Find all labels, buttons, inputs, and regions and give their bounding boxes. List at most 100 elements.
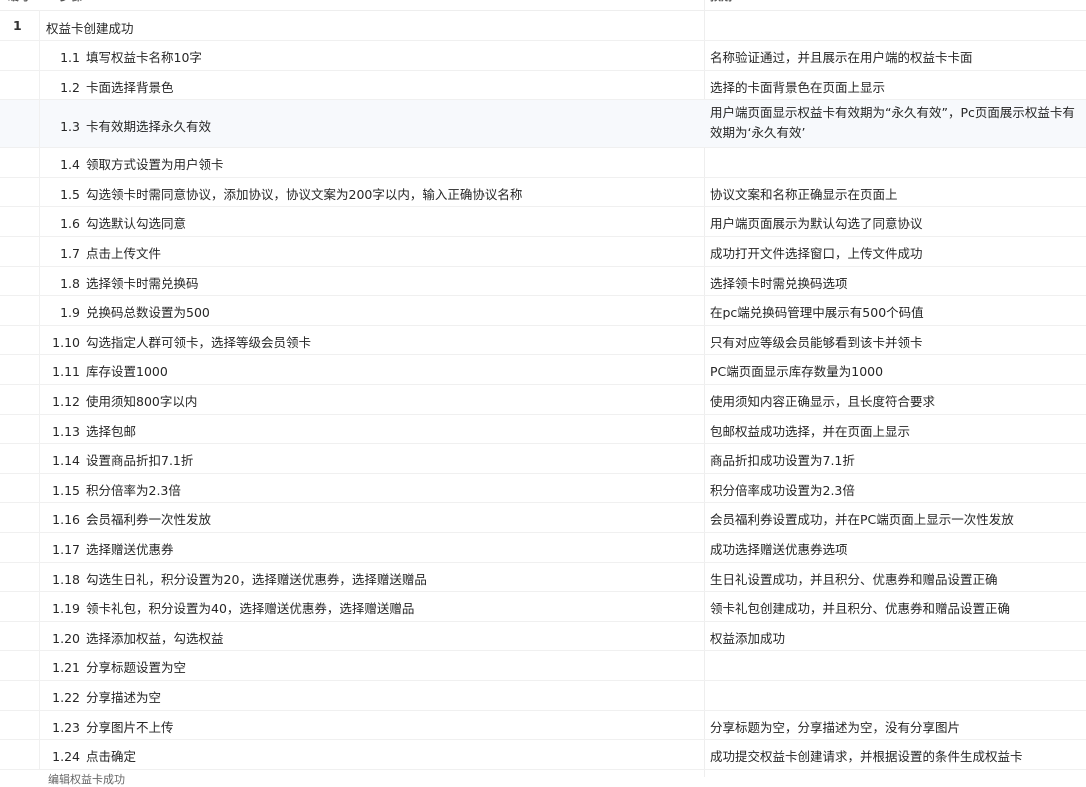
- table-row[interactable]: 1.8 选择领卡时需兑换码 选择领卡时需兑换码选项: [0, 266, 1086, 297]
- table-row[interactable]: 1.20 选择添加权益，勾选权益 权益添加成功: [0, 621, 1086, 652]
- step-cell: 1.21 分享标题设置为空: [46, 657, 186, 676]
- row-no-cell: [0, 444, 40, 473]
- step-text: 勾选指定人群可领卡，选择等级会员领卡: [86, 334, 312, 350]
- expected-result-cell: 会员福利券设置成功，并在PC端页面上显示一次性发放: [710, 512, 1014, 528]
- expected-result-cell: 在pc端兑换码管理中展示有500个码值: [710, 305, 924, 321]
- row-no-cell: [0, 207, 40, 236]
- step-text: 选择添加权益，勾选权益: [86, 630, 224, 646]
- table-row[interactable]: 1.6 勾选默认勾选同意 用户端页面展示为默认勾选了同意协议: [0, 207, 1086, 237]
- group-row[interactable]: 1 权益卡创建成功: [0, 10, 1086, 41]
- step-number: 1.9: [60, 305, 80, 321]
- row-no-cell: [0, 533, 40, 562]
- step-number: 1.22: [52, 690, 80, 705]
- step-cell: 1.4 领取方式设置为用户领卡: [46, 154, 223, 173]
- step-text: 兑换码总数设置为500: [86, 305, 210, 321]
- step-number: 1.5: [60, 186, 80, 202]
- row-no-cell: [0, 100, 40, 148]
- step-cell: 1.19 领卡礼包，积分设置为40，选择赠送优惠券，选择赠送赠品: [46, 598, 414, 617]
- step-text: 分享图片不上传: [86, 719, 174, 735]
- expected-result-cell: 积分倍率成功设置为2.3倍: [710, 482, 855, 498]
- step-text: 填写权益卡名称10字: [86, 50, 202, 65]
- next-group-title-partial: 编辑权益卡成功: [48, 773, 125, 786]
- group-no-cell: 1: [0, 10, 40, 40]
- header-step: 步骤: [60, 0, 82, 2]
- row-no-cell: [0, 148, 40, 177]
- table-row[interactable]: 1.15 积分倍率为2.3倍 积分倍率成功设置为2.3倍: [0, 473, 1086, 504]
- table-row[interactable]: 1.24 点击确定 成功提交权益卡创建请求，并根据设置的条件生成权益卡: [0, 740, 1086, 770]
- row-no-cell: [0, 70, 40, 100]
- table-row[interactable]: 1.9 兑换码总数设置为500 在pc端兑换码管理中展示有500个码值: [0, 296, 1086, 326]
- table-row[interactable]: 1.1 填写权益卡名称10字 名称验证通过，并且展示在用户端的权益卡卡面: [0, 41, 1086, 71]
- table-row[interactable]: 1.21 分享标题设置为空: [0, 651, 1086, 681]
- row-no-cell: [0, 503, 40, 532]
- step-cell: 1.12 使用须知800字以内: [46, 391, 197, 410]
- table-row[interactable]: 1.11 库存设置1000 PC端页面显示库存数量为1000: [0, 355, 1086, 385]
- table-row[interactable]: 1.12 使用须知800字以内 使用须知内容正确显示，且长度符合要求: [0, 385, 1086, 415]
- row-no-cell: [0, 681, 40, 710]
- table-row[interactable]: 1.18 勾选生日礼，积分设置为20，选择赠送优惠券，选择赠送赠品 生日礼设置成功，…: [0, 562, 1086, 593]
- step-number: 1.15: [52, 482, 80, 498]
- row-no-cell: [0, 385, 40, 414]
- step-text: 勾选领卡时需同意协议，添加协议，协议文案为200字以内，输入正确协议名称: [86, 186, 523, 202]
- step-text: 积分倍率为2.3倍: [86, 482, 181, 498]
- step-cell: 1.22 分享描述为空: [46, 687, 161, 706]
- step-cell: 1.16 会员福利券一次性发放: [46, 509, 211, 528]
- step-text: 领卡礼包，积分设置为40，选择赠送优惠券，选择赠送赠品: [86, 601, 415, 617]
- expected-result-cell: 名称验证通过，并且展示在用户端的权益卡卡面: [710, 50, 973, 65]
- step-cell: 1.13 选择包邮: [46, 421, 136, 440]
- table-row[interactable]: 1.4 领取方式设置为用户领卡: [0, 148, 1086, 178]
- table-row[interactable]: 1.14 设置商品折扣7.1折 商品折扣成功设置为7.1折: [0, 444, 1086, 474]
- step-text: 选择赠送优惠券: [86, 542, 174, 557]
- header-no: 编号: [8, 0, 30, 2]
- step-number: 1.17: [52, 542, 80, 557]
- row-no-cell: [0, 562, 40, 592]
- table-row[interactable]: 1.23 分享图片不上传 分享标题为空，分享描述为空，没有分享图片: [0, 710, 1086, 741]
- step-cell: 1.11 库存设置1000: [46, 361, 168, 380]
- table-row[interactable]: 1.16 会员福利券一次性发放 会员福利券设置成功，并在PC端页面上显示一次性发放: [0, 503, 1086, 533]
- table-row[interactable]: 1.2 卡面选择背景色 选择的卡面背景色在页面上显示: [0, 70, 1086, 101]
- table-row[interactable]: 1.22 分享描述为空: [0, 681, 1086, 711]
- expected-result-cell: 选择的卡面背景色在页面上显示: [710, 79, 886, 95]
- row-no-cell: [0, 710, 40, 740]
- row-no-cell: [0, 414, 40, 444]
- step-number: 1.7: [60, 246, 80, 261]
- step-number: 1.4: [60, 157, 80, 173]
- step-cell: 1.8 选择领卡时需兑换码: [46, 273, 198, 292]
- step-cell: 1.6 勾选默认勾选同意: [46, 213, 186, 232]
- step-number: 1.16: [52, 512, 80, 528]
- expected-result-cell: 使用须知内容正确显示，且长度符合要求: [710, 394, 936, 409]
- row-no-cell: [0, 266, 40, 296]
- expected-result-cell: 权益添加成功: [710, 630, 786, 646]
- expected-result-cell: 包邮权益成功选择，并在页面上显示: [710, 423, 911, 439]
- table-row[interactable]: 1.10 勾选指定人群可领卡，选择等级会员领卡 只有对应等级会员能够看到该卡并领卡: [0, 325, 1086, 356]
- row-no-cell: [0, 296, 40, 325]
- expected-result-cell: 分享标题为空，分享描述为空，没有分享图片: [710, 719, 961, 735]
- step-number: 1.11: [52, 364, 80, 380]
- table-row[interactable]: 1.13 选择包邮 包邮权益成功选择，并在页面上显示: [0, 414, 1086, 445]
- step-cell: 1.2 卡面选择背景色: [46, 77, 173, 96]
- expected-result-cell: 协议文案和名称正确显示在页面上: [710, 186, 898, 202]
- row-no-cell: [0, 621, 40, 651]
- step-number: 1.8: [60, 275, 80, 291]
- step-number: 1.18: [52, 571, 80, 587]
- step-number: 1.14: [52, 453, 80, 469]
- step-text: 点击确定: [86, 749, 137, 765]
- step-number: 1.23: [52, 719, 80, 735]
- expected-result-cell: 领卡礼包创建成功，并且积分、优惠券和赠品设置正确: [710, 601, 1011, 617]
- expected-result-cell: PC端页面显示库存数量为1000: [710, 364, 884, 380]
- table-row[interactable]: 1.5 勾选领卡时需同意协议，添加协议，协议文案为200字以内，输入正确协议名称 协…: [0, 177, 1086, 208]
- step-text: 使用须知800字以内: [86, 394, 198, 409]
- header-result: 预期: [710, 0, 732, 2]
- step-cell: 1.9 兑换码总数设置为500: [46, 302, 210, 321]
- group-title: 权益卡创建成功: [46, 21, 134, 36]
- step-number: 1.2: [60, 79, 80, 95]
- row-no-cell: [0, 740, 40, 769]
- table-row[interactable]: 1.17 选择赠送优惠券 成功选择赠送优惠券选项: [0, 533, 1086, 563]
- table-row[interactable]: 1.3 卡有效期选择永久有效 用户端页面显示权益卡有效期为“永久有效”，Pc页面展示…: [0, 100, 1086, 149]
- step-cell: 1.3 卡有效期选择永久有效: [46, 116, 211, 135]
- table-row[interactable]: 1.7 点击上传文件 成功打开文件选择窗口，上传文件成功: [0, 237, 1086, 267]
- row-no-cell: [0, 355, 40, 384]
- step-number: 1.12: [52, 394, 80, 409]
- table-row[interactable]: 1.19 领卡礼包，积分设置为40，选择赠送优惠券，选择赠送赠品 领卡礼包创建成功，…: [0, 592, 1086, 622]
- step-text: 勾选默认勾选同意: [86, 216, 187, 232]
